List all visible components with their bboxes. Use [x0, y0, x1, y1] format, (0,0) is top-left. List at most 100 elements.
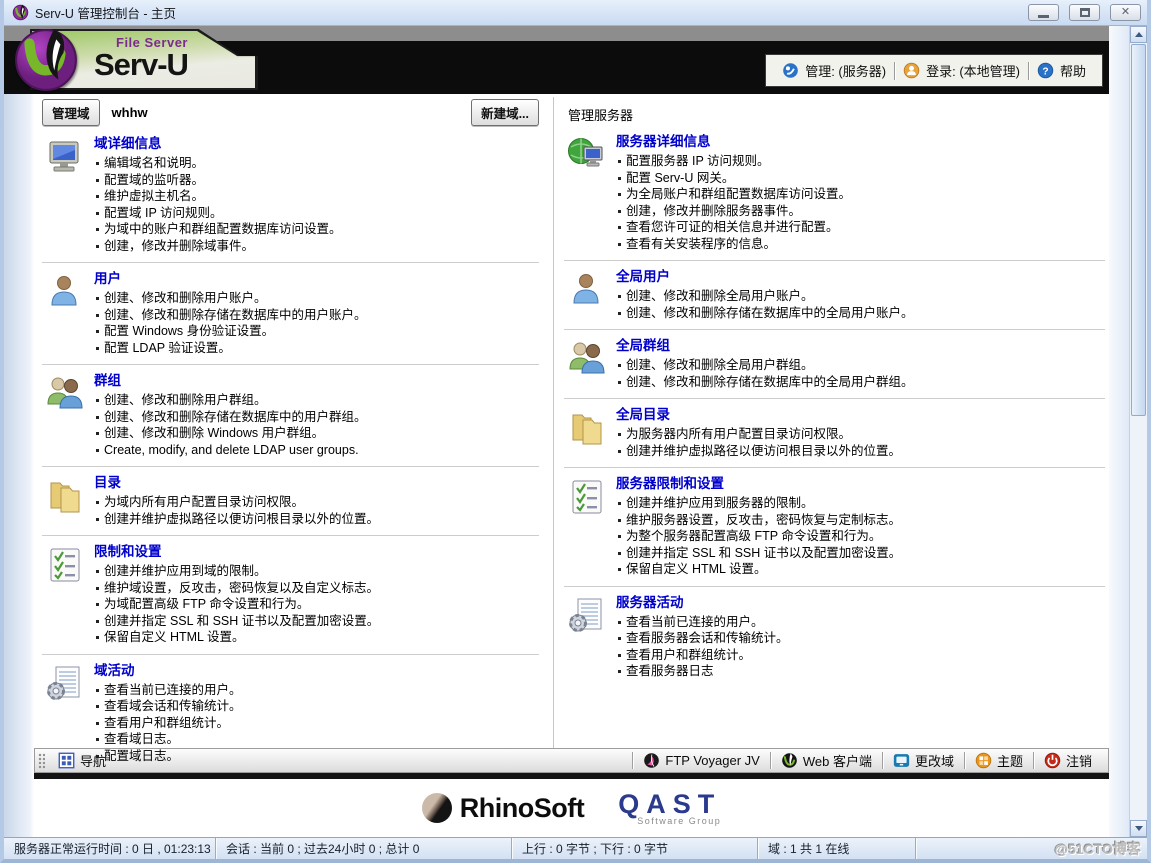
- section-bullet: 配置 LDAP 验证设置。: [94, 340, 539, 357]
- status-domains: 域 : 1 共 1 在线: [758, 838, 916, 859]
- themes-icon: [975, 752, 992, 769]
- activity-icon[interactable]: [44, 664, 86, 704]
- change-domain-label: 更改域: [915, 751, 954, 770]
- status-uptime: 服务器正常运行时间 : 0 日 , 01:23:13: [4, 838, 216, 859]
- voyager-icon: [643, 752, 660, 769]
- section-title-link[interactable]: 目录: [94, 474, 121, 491]
- toolbar-separator: [1033, 752, 1034, 769]
- login-button[interactable]: 登录: (本地管理): [895, 61, 1028, 80]
- section-title-link[interactable]: 全局目录: [616, 406, 670, 423]
- logout-button[interactable]: 注销: [1036, 751, 1100, 770]
- ftp-voyager-button[interactable]: FTP Voyager JV: [635, 752, 767, 769]
- section-bullet: 配置 Serv-U 网关。: [616, 170, 1105, 187]
- scrollbar-thumb[interactable]: [1131, 44, 1146, 416]
- vertical-scrollbar[interactable]: [1129, 26, 1147, 837]
- activity-icon[interactable]: [566, 596, 608, 636]
- section-bullet: 保留自定义 HTML 设置。: [616, 561, 1105, 578]
- section-bullet: 查看当前已连接的用户。: [616, 614, 1105, 631]
- toolbar-grip-handle[interactable]: [38, 753, 45, 769]
- section-title-link[interactable]: 域活动: [94, 662, 135, 679]
- minimize-button[interactable]: [1028, 4, 1059, 21]
- globe-computer-icon[interactable]: [566, 135, 608, 175]
- help-icon: ?: [1037, 62, 1054, 79]
- domain-sections: 域详细信息 编辑域名和说明。配置域的监听器。维护虚拟主机名。配置域 IP 访问规…: [42, 128, 539, 772]
- servu-swirl-icon: [13, 27, 79, 93]
- checklist-icon[interactable]: [44, 545, 86, 585]
- section-title-link[interactable]: 全局群组: [616, 337, 670, 354]
- section-bullet: 配置服务器 IP 访问规则。: [616, 153, 1105, 170]
- section-bullet: 为全局账户和群组配置数据库访问设置。: [616, 186, 1105, 203]
- scroll-up-button[interactable]: [1130, 26, 1147, 43]
- section-bullet: 创建、修改和删除用户账户。: [94, 290, 539, 307]
- help-label: 帮助: [1060, 61, 1086, 80]
- section-bullet: 创建、修改和删除存储在数据库中的全局用户群组。: [616, 374, 1105, 391]
- folders-icon[interactable]: [566, 408, 608, 448]
- person-icon[interactable]: [44, 272, 86, 312]
- section-bullet: 查看用户和群组统计。: [616, 647, 1105, 664]
- qast-wordmark: QAST: [618, 791, 721, 818]
- main-content: 管理域 whhw 新建域... 域详细信息 编辑域名和说明。配置域的监听器。维护…: [34, 94, 1109, 748]
- rhinosoft-wordmark: RhinoSoft: [460, 793, 584, 824]
- change-domain-button[interactable]: 更改域: [885, 751, 962, 770]
- help-button[interactable]: ? 帮助: [1029, 61, 1094, 80]
- ftp-voyager-label: FTP Voyager JV: [665, 753, 759, 768]
- people-icon[interactable]: [44, 374, 86, 414]
- logo-servu-text: Serv-U: [94, 50, 188, 79]
- section-title-link[interactable]: 服务器限制和设置: [616, 475, 724, 492]
- section-bullet-list: 编辑域名和说明。配置域的监听器。维护虚拟主机名。配置域 IP 访问规则。为域中的…: [94, 155, 539, 254]
- computer-icon[interactable]: [44, 137, 86, 177]
- section-bullet: 查看域会话和传输统计。: [94, 698, 539, 715]
- login-label: 登录: (本地管理): [926, 61, 1020, 80]
- maximize-icon: [1080, 8, 1090, 17]
- person-icon[interactable]: [566, 270, 608, 310]
- section-bullet-list: 查看当前已连接的用户。查看服务器会话和传输统计。查看用户和群组统计。查看服务器日…: [616, 614, 1105, 680]
- login-user-icon: [903, 62, 920, 79]
- section-title-link[interactable]: 用户: [94, 270, 121, 287]
- section-title-link[interactable]: 群组: [94, 372, 121, 389]
- section-bullet: 创建并维护应用到域的限制。: [94, 563, 539, 580]
- change-domain-icon: [893, 752, 910, 769]
- title-bar: Serv-U 管理控制台 - 主页 ✕: [4, 0, 1147, 26]
- section-title-link[interactable]: 服务器活动: [616, 594, 684, 611]
- manage-domain-button[interactable]: 管理域: [42, 99, 100, 126]
- status-bar: 服务器正常运行时间 : 0 日 , 01:23:13 会话 : 当前 0 ; 过…: [4, 837, 1147, 859]
- section-bullet: 查看用户和群组统计。: [94, 715, 539, 732]
- server-sections: 服务器详细信息 配置服务器 IP 访问规则。配置 Serv-U 网关。为全局账户…: [564, 126, 1105, 688]
- web-client-button[interactable]: Web 客户端: [773, 751, 880, 770]
- feature-section: 全局目录 为服务器内所有用户配置目录访问权限。创建并维护虚拟路径以便访问根目录以…: [564, 398, 1105, 467]
- feature-section: 目录 为域内所有用户配置目录访问权限。创建并维护虚拟路径以便访问根目录以外的位置…: [42, 466, 539, 535]
- section-bullet-list: 创建、修改和删除全局用户群组。创建、修改和删除存储在数据库中的全局用户群组。: [616, 357, 1105, 390]
- feature-section: 群组 创建、修改和删除用户群组。创建、修改和删除存储在数据库中的用户群组。创建、…: [42, 364, 539, 466]
- brand-footer: RhinoSoft QAST Software Group: [34, 779, 1109, 837]
- section-bullet: 创建、修改和删除 Windows 用户群组。: [94, 425, 539, 442]
- section-bullet: 为域内所有用户配置目录访问权限。: [94, 494, 539, 511]
- manage-server-button[interactable]: 管理: (服务器): [774, 61, 894, 80]
- section-bullet: 创建、修改和删除全局用户群组。: [616, 357, 1105, 374]
- navigation-grid-icon: [58, 752, 75, 769]
- themes-button[interactable]: 主题: [967, 751, 1031, 770]
- status-spacer: [916, 838, 1044, 859]
- section-title-link[interactable]: 限制和设置: [94, 543, 162, 560]
- section-title-link[interactable]: 服务器详细信息: [616, 133, 711, 150]
- section-bullet: 查看服务器日志: [616, 663, 1105, 680]
- maximize-button[interactable]: [1069, 4, 1100, 21]
- people-icon[interactable]: [566, 339, 608, 379]
- close-button[interactable]: ✕: [1110, 4, 1141, 21]
- section-bullet: 创建，修改并删除域事件。: [94, 238, 539, 255]
- folders-icon[interactable]: [44, 476, 86, 516]
- web-client-label: Web 客户端: [803, 751, 872, 770]
- feature-section: 域详细信息 编辑域名和说明。配置域的监听器。维护虚拟主机名。配置域 IP 访问规…: [42, 128, 539, 262]
- section-bullet: 为整个服务器配置高级 FTP 命令设置和行为。: [616, 528, 1105, 545]
- section-title-link[interactable]: 全局用户: [616, 268, 670, 285]
- section-title-link[interactable]: 域详细信息: [94, 135, 162, 152]
- arrow-down-icon: [1135, 826, 1143, 831]
- section-bullet: 为服务器内所有用户配置目录访问权限。: [616, 426, 1105, 443]
- new-domain-button[interactable]: 新建域...: [471, 99, 539, 126]
- scroll-down-button[interactable]: [1130, 820, 1147, 837]
- section-bullet: 查看您许可证的相关信息并进行配置。: [616, 219, 1105, 236]
- checklist-icon[interactable]: [566, 477, 608, 517]
- scrollbar-track[interactable]: [1130, 417, 1147, 820]
- section-bullet-list: 创建、修改和删除用户群组。创建、修改和删除存储在数据库中的用户群组。创建、修改和…: [94, 392, 539, 458]
- close-icon: ✕: [1121, 7, 1130, 18]
- minimize-icon: [1038, 15, 1049, 18]
